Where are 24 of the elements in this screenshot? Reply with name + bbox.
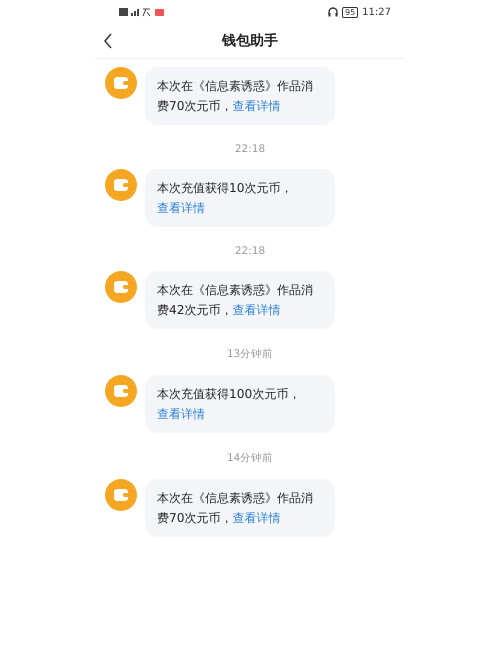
details-link[interactable]: 查看详情 [232, 511, 281, 525]
back-icon[interactable] [103, 33, 113, 49]
wallet-avatar-icon [105, 271, 137, 303]
headphones-icon [328, 7, 338, 17]
message-time: 13分钟前 [226, 347, 274, 362]
message-text: 本次充值获得10次元币， 查看详情 [157, 181, 293, 215]
details-link[interactable]: 查看详情 [232, 99, 281, 113]
details-link[interactable]: 查看详情 [157, 407, 205, 421]
message-text: 本次在《信息素诱惑》作品消费70次元币，查看详情 [157, 491, 313, 525]
details-link[interactable]: 查看详情 [157, 201, 205, 215]
battery-level: 95 [342, 6, 358, 18]
wallet-avatar-icon [105, 375, 137, 407]
wallet-avatar-icon [105, 169, 137, 201]
message-text: 本次在《信息素诱惑》作品消费70次元币，查看详情 [157, 79, 313, 113]
wallet-avatar-icon [105, 67, 137, 99]
page-title: 钱包助手 [220, 32, 279, 50]
details-link[interactable]: 查看详情 [232, 303, 281, 317]
message-time: 22:18 [234, 142, 266, 157]
message-text: 本次充值获得100次元币， 查看详情 [157, 387, 300, 421]
clock-time: 11:27 [362, 6, 391, 18]
message-time: 22:18 [234, 244, 266, 259]
message-text: 本次在《信息素诱惑》作品消费42次元币，查看详情 [157, 283, 313, 317]
message-time: 14分钟前 [226, 451, 274, 466]
wallet-avatar-icon [105, 479, 137, 511]
